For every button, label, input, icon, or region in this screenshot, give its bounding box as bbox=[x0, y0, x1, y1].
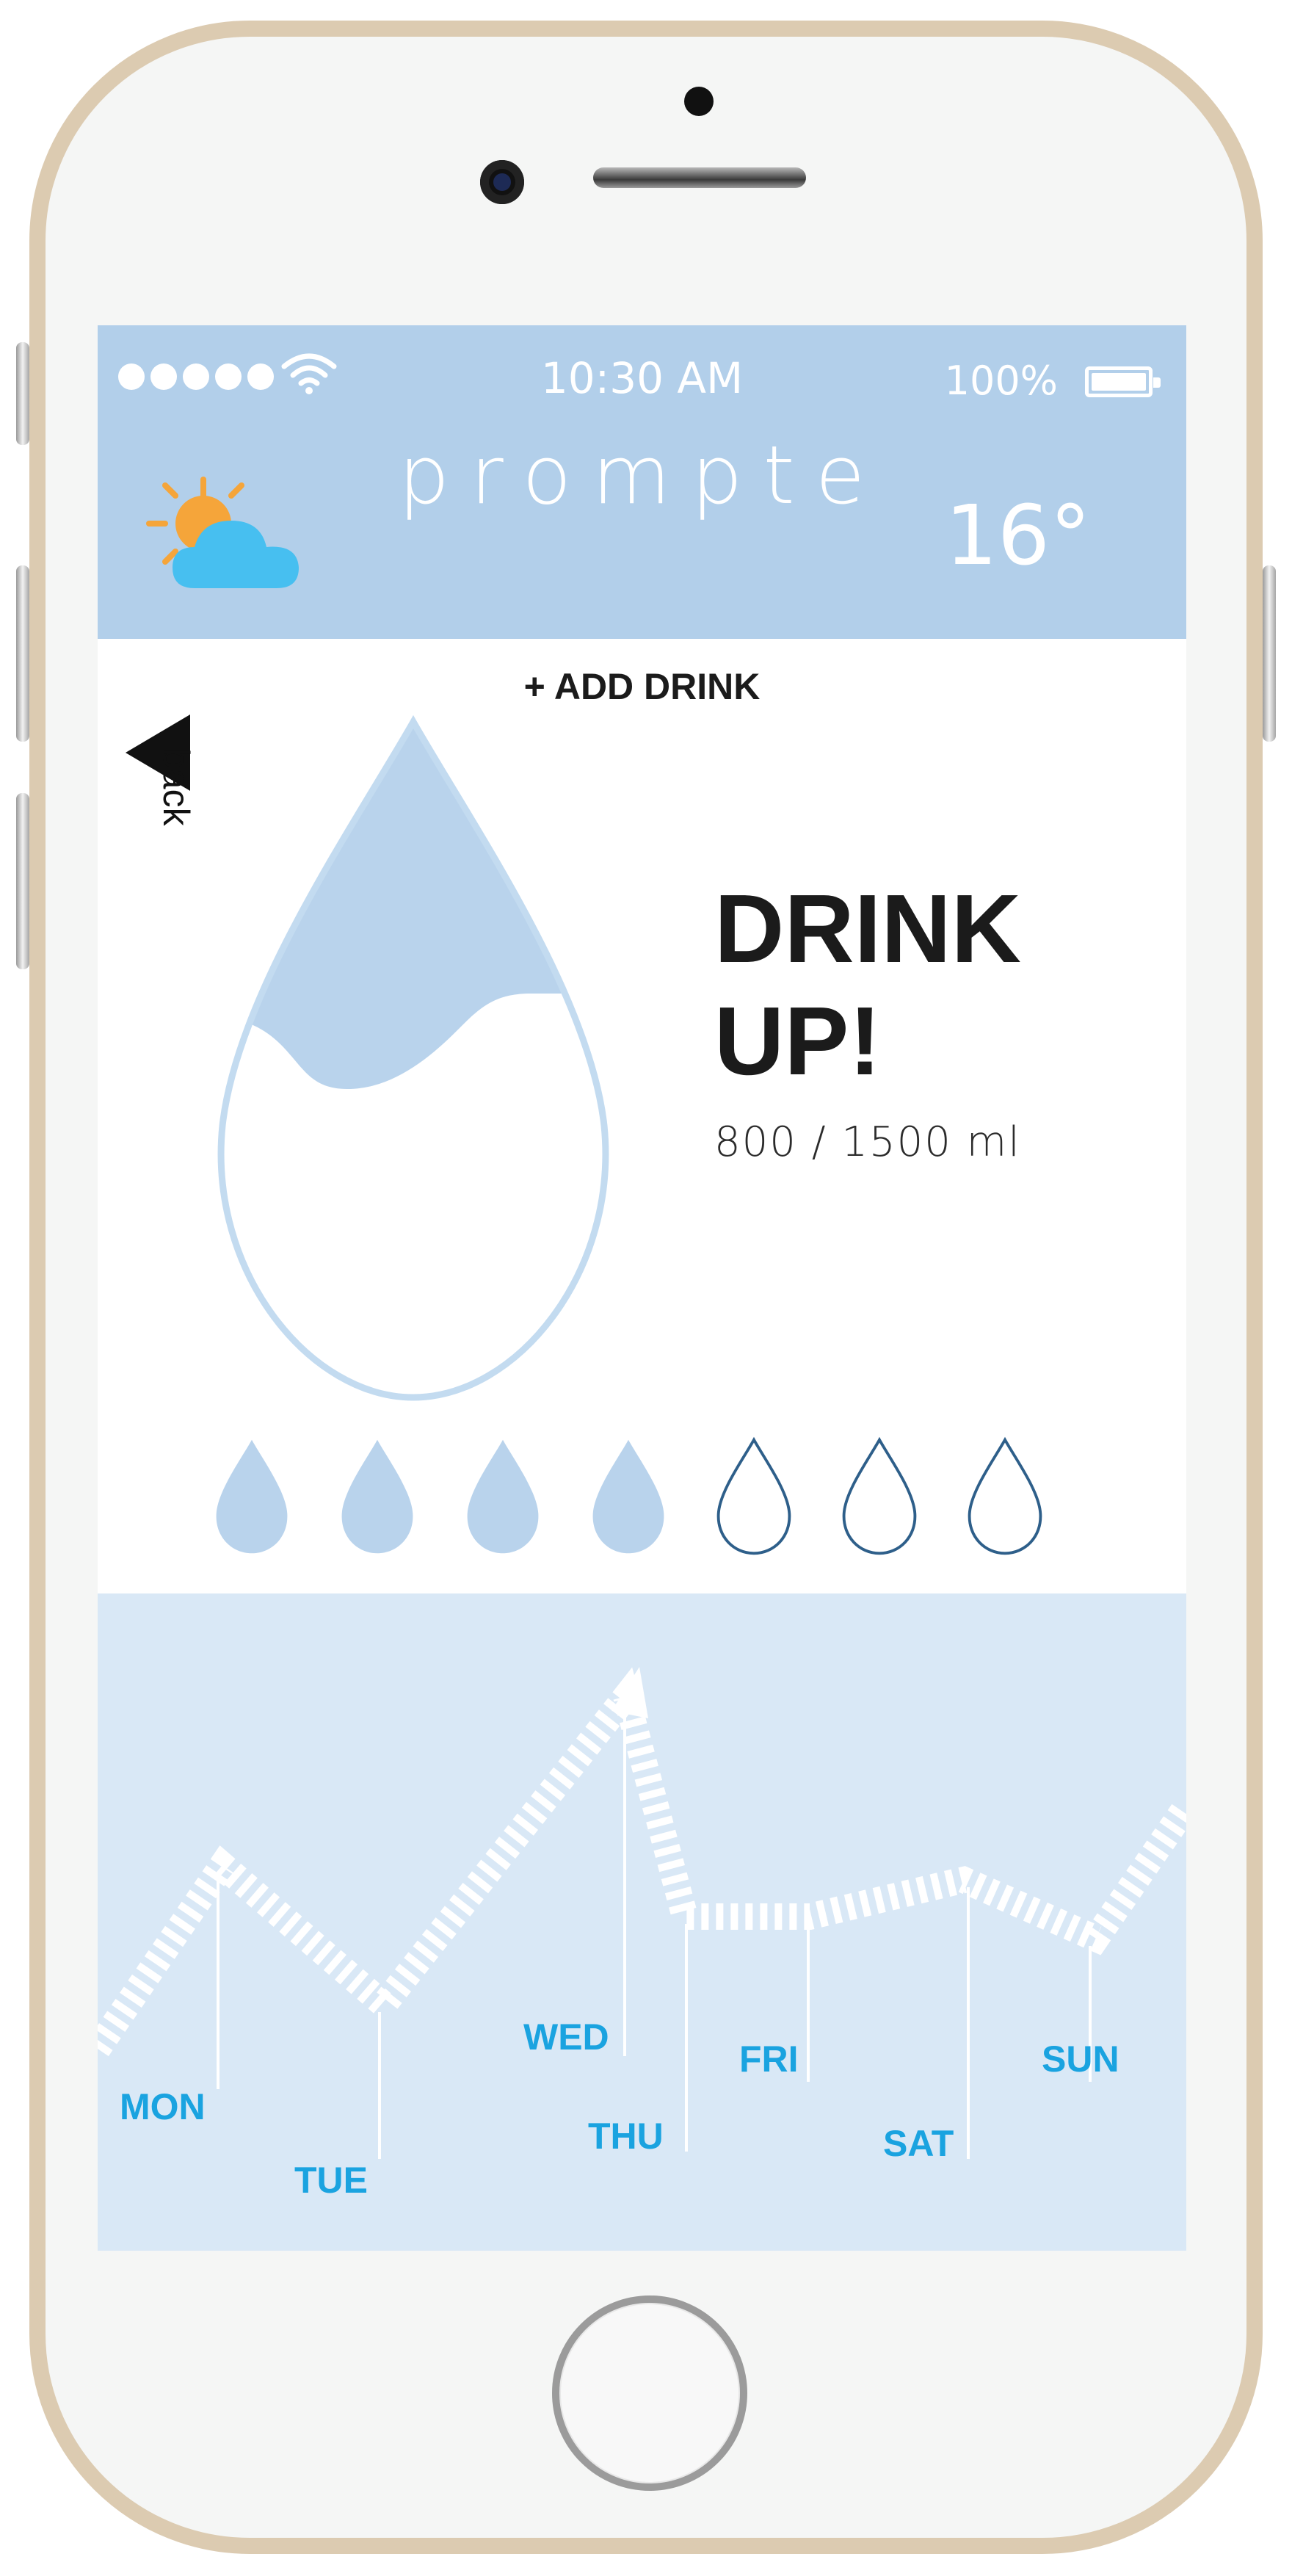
home-button[interactable] bbox=[552, 2295, 747, 2491]
day-label-tue: TUE bbox=[294, 2160, 368, 2201]
volume-down-button[interactable] bbox=[16, 793, 29, 969]
water-level-drop bbox=[217, 714, 609, 1401]
hydration-headline: DRINK UP! bbox=[714, 872, 1125, 1097]
glass-drop-empty-icon[interactable] bbox=[961, 1434, 1049, 1559]
volume-up-button[interactable] bbox=[16, 565, 29, 742]
headline-line2: UP! bbox=[714, 987, 882, 1096]
day-label-fri: FRI bbox=[739, 2038, 799, 2080]
glass-drop-filled-icon[interactable] bbox=[459, 1434, 547, 1559]
glass-drop-filled-icon[interactable] bbox=[208, 1434, 296, 1559]
day-label-thu: THU bbox=[588, 2116, 664, 2157]
rear-sensor bbox=[684, 87, 714, 116]
power-button[interactable] bbox=[1263, 565, 1276, 742]
battery-percent: 100% bbox=[944, 358, 1058, 404]
day-label-mon: MON bbox=[120, 2086, 206, 2127]
day-label-wed: WED bbox=[523, 2016, 609, 2058]
volume-toggle[interactable] bbox=[16, 342, 29, 445]
glass-drop-filled-icon[interactable] bbox=[584, 1434, 672, 1559]
glasses-tracker bbox=[208, 1434, 1162, 1566]
temperature: 16° bbox=[945, 488, 1091, 584]
headline-line1: DRINK bbox=[714, 875, 1021, 983]
app-screen: 10:30 AM 100% prompte 16° + ADD DRINK ba… bbox=[98, 325, 1186, 2251]
glass-drop-empty-icon[interactable] bbox=[710, 1434, 798, 1559]
hydration-progress: 800 / 1500 ml bbox=[714, 1118, 1021, 1166]
day-label-sun: SUN bbox=[1042, 2038, 1119, 2080]
glass-drop-filled-icon[interactable] bbox=[333, 1434, 421, 1559]
app-header: 10:30 AM 100% prompte 16° bbox=[98, 325, 1186, 639]
weekly-chart: MON TUE WED THU FRI SAT SUN bbox=[98, 1593, 1186, 2251]
battery-icon bbox=[1085, 366, 1161, 397]
earpiece-speaker bbox=[593, 167, 806, 188]
front-camera bbox=[480, 160, 524, 204]
add-drink-button[interactable]: + ADD DRINK bbox=[98, 665, 1186, 708]
day-label-sat: SAT bbox=[883, 2123, 954, 2164]
glass-drop-empty-icon[interactable] bbox=[835, 1434, 923, 1559]
